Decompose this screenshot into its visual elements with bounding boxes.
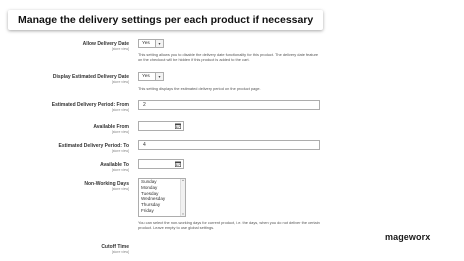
period-to-scope: [store view] <box>111 149 129 153</box>
available-from-input[interactable] <box>138 121 184 131</box>
calendar-icon[interactable] <box>175 123 181 129</box>
period-to-input[interactable]: 4 <box>138 140 320 150</box>
mageworx-logo: mageworx <box>385 232 431 242</box>
cutoff-time-scope: [store view] <box>111 250 129 254</box>
allow-delivery-date-select[interactable]: Yes ▾ <box>138 39 164 48</box>
display-estimated-value: Yes <box>142 74 150 79</box>
allow-delivery-date-scope: [store view] <box>111 47 129 51</box>
display-estimated-note: This setting displays the estimated deli… <box>138 86 261 91</box>
scroll-up-icon[interactable]: ▴ <box>181 179 185 182</box>
allow-delivery-date-note: This setting allows you to disable the d… <box>138 52 319 63</box>
non-working-days-note: You can select the non-working days for … <box>138 220 320 231</box>
period-from-scope: [store view] <box>111 108 129 112</box>
calendar-icon[interactable] <box>175 161 181 167</box>
chevron-down-icon: ▾ <box>155 40 163 47</box>
period-from-input[interactable]: 2 <box>138 100 320 110</box>
day-option[interactable]: Friday <box>139 208 185 214</box>
non-working-days-scope: [store view] <box>111 187 129 191</box>
display-estimated-select[interactable]: Yes ▾ <box>138 72 164 81</box>
chevron-down-icon: ▾ <box>155 73 163 80</box>
available-from-scope: [store view] <box>111 130 129 134</box>
page-banner-title: Manage the delivery settings per each pr… <box>8 10 324 30</box>
display-estimated-scope: [store view] <box>111 80 129 84</box>
available-to-scope: [store view] <box>111 168 129 172</box>
non-working-days-multiselect[interactable]: Sunday Monday Tuesday Wednesday Thursday… <box>138 178 186 217</box>
available-to-input[interactable] <box>138 159 184 169</box>
scroll-down-icon[interactable]: ▾ <box>181 213 185 216</box>
allow-delivery-date-value: Yes <box>142 41 150 46</box>
scrollbar[interactable]: ▴ ▾ <box>180 179 185 216</box>
